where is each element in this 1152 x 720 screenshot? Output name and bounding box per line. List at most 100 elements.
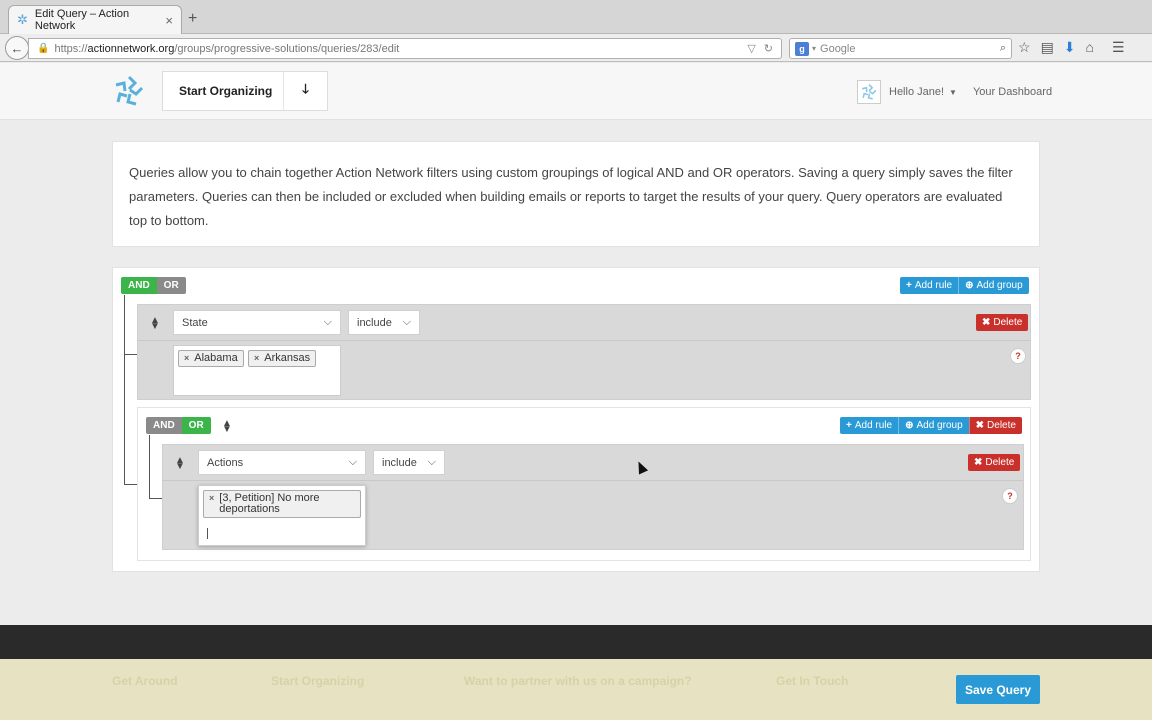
bookmarks-list-icon[interactable]: ▤ xyxy=(1041,39,1054,56)
lock-icon: 🔒 xyxy=(37,43,50,54)
tree-line xyxy=(149,435,150,499)
dashboard-link[interactable]: Your Dashboard xyxy=(973,86,1052,98)
rule-field-value: State xyxy=(182,316,208,329)
root-condition-toggle: AND OR xyxy=(121,277,186,294)
root-add-rule-button[interactable]: + Add rule xyxy=(900,277,959,294)
x-icon: ✖ xyxy=(974,457,983,468)
root-and-toggle[interactable]: AND xyxy=(121,277,157,294)
rule-delete-button[interactable]: ✖ Delete xyxy=(976,314,1029,331)
chip-label: Alabama xyxy=(194,352,238,364)
user-greeting-dropdown[interactable]: Hello Jane! xyxy=(889,86,944,98)
reload-icon[interactable]: ↻ xyxy=(764,42,773,55)
close-tab-icon[interactable]: × xyxy=(165,13,173,28)
query-info-text: Queries allow you to chain together Acti… xyxy=(129,165,1013,228)
remove-chip-icon[interactable]: × xyxy=(209,493,214,504)
group-sort-handle-icon[interactable]: ▲ ▼ xyxy=(222,419,232,435)
sort-handle-icon[interactable]: ▲ ▼ xyxy=(175,456,185,472)
url-bar[interactable]: 🔒 https://actionnetwork.org/groups/progr… xyxy=(28,38,782,59)
root-add-rule-label: Add rule xyxy=(914,280,953,291)
action-network-logo-icon[interactable] xyxy=(112,74,146,108)
root-add-group-label: Add group xyxy=(976,280,1023,291)
rule-operator-select[interactable]: include ⌵ xyxy=(373,450,445,475)
plus-icon: + xyxy=(846,420,852,431)
group-add-group-label: Add group xyxy=(916,420,963,431)
group-add-rule-button[interactable]: + Add rule xyxy=(840,417,899,434)
value-chip-arkansas: × Arkansas xyxy=(248,350,317,367)
x-icon: ✖ xyxy=(975,420,985,431)
remove-chip-icon[interactable]: × xyxy=(184,353,189,364)
bookmark-star-icon[interactable]: ☆ xyxy=(1018,39,1031,56)
rule-field-select[interactable]: Actions ⌵ xyxy=(198,450,366,475)
search-icon[interactable]: ⌕ xyxy=(1000,42,1006,55)
menu-icon[interactable]: ☰ xyxy=(1112,39,1125,56)
sort-handle-icon[interactable]: ▲ ▼ xyxy=(150,316,160,332)
home-icon[interactable]: ⌂ xyxy=(1086,39,1094,56)
x-icon: ✖ xyxy=(982,317,991,328)
group-add-rule-label: Add rule xyxy=(854,420,893,431)
download-icon[interactable]: ⬇ xyxy=(1064,39,1076,56)
user-area: Hello Jane! ▼ Your Dashboard xyxy=(857,80,1052,104)
browser-navbar: ← 🔒 https://actionnetwork.org/groups/pro… xyxy=(0,34,1152,62)
rule-values-input[interactable]: × Alabama × Arkansas xyxy=(173,345,341,396)
google-icon: g xyxy=(795,41,809,56)
group-and-toggle[interactable]: AND xyxy=(146,417,182,434)
rule-delete-button[interactable]: ✖ Delete xyxy=(968,454,1021,471)
save-query-button[interactable]: Save Query xyxy=(956,675,1040,704)
dropdown-arrow-icon[interactable]: ▽ xyxy=(747,42,755,55)
caret-down-icon[interactable]: ▼ xyxy=(949,88,957,97)
group-add-group-button[interactable]: ⊕ Add group xyxy=(898,417,969,434)
avatar[interactable] xyxy=(857,80,881,104)
chip-label: Arkansas xyxy=(264,352,311,364)
footer-divider xyxy=(0,625,1152,659)
group-delete-label: Delete xyxy=(987,420,1016,431)
search-engine-caret-icon[interactable]: ▾ xyxy=(812,44,816,53)
group-actions: + Add rule ⊕ Add group ✖ Delete xyxy=(840,417,1022,434)
footer-col-get-around: Get Around xyxy=(112,674,178,688)
footer-col-get-in-touch: Get In Touch xyxy=(776,674,849,688)
query-builder: AND OR + Add rule ⊕ Add group ▲ ▼ State ⌵ i… xyxy=(112,267,1040,572)
tree-line xyxy=(124,484,138,485)
rule-state: ▲ ▼ State ⌵ include ⌵ ✖ Delete × Alabama × A… xyxy=(137,304,1031,400)
nested-group: AND OR ▲ ▼ + Add rule ⊕ Add group ✖ Delete ▲… xyxy=(137,407,1031,561)
rule-values-input[interactable]: × [3, Petition] No more deportations xyxy=(198,485,366,546)
browser-tabbar: ✲ Edit Query – Action Network × + xyxy=(0,0,1152,34)
footer-col-start-organizing: Start Organizing xyxy=(271,674,365,688)
url-path: /groups/progressive-solutions/queries/28… xyxy=(174,42,400,55)
delete-label: Delete xyxy=(985,457,1015,468)
plus-circle-icon: ⊕ xyxy=(905,420,914,431)
browser-tab[interactable]: ✲ Edit Query – Action Network × xyxy=(8,5,182,34)
group-or-toggle[interactable]: OR xyxy=(181,417,211,434)
tree-line xyxy=(124,354,138,355)
search-input[interactable]: Google xyxy=(820,43,1000,55)
footer-col-partner: Want to partner with us on a campaign? xyxy=(464,674,692,688)
back-arrow-icon[interactable]: ← xyxy=(5,36,29,60)
site-header: Start Organizing 🡓 Hello Jane! ▼ Your Da… xyxy=(0,63,1152,120)
chip-label: [3, Petition] No more deportations xyxy=(219,492,320,515)
root-or-toggle[interactable]: OR xyxy=(156,277,186,294)
rule-field-select[interactable]: State ⌵ xyxy=(173,310,341,335)
group-delete-button[interactable]: ✖ Delete xyxy=(968,417,1022,434)
rule-actions: ▲ ▼ Actions ⌵ include ⌵ ✖ Delete × [3, Peti… xyxy=(162,444,1024,550)
arrow-down-icon[interactable]: 🡓 xyxy=(283,72,327,110)
rule-operator-select[interactable]: include ⌵ xyxy=(348,310,420,335)
chevron-down-icon: ⌵ xyxy=(348,456,357,468)
search-bar[interactable]: g ▾ Google ⌕ xyxy=(789,38,1012,59)
url-text: https://actionnetwork.org/groups/progres… xyxy=(54,43,747,55)
rule-operator-value: include xyxy=(382,456,417,469)
root-add-group-button[interactable]: ⊕ Add group xyxy=(958,277,1029,294)
new-tab-button[interactable]: + xyxy=(188,10,197,28)
browser-toolbar-icons: ☆ ▤ ⬇ ⌂ ☰ xyxy=(1018,39,1125,56)
delete-label: Delete xyxy=(993,317,1023,328)
chevron-down-icon: ⌵ xyxy=(427,456,436,468)
remove-chip-icon[interactable]: × xyxy=(254,353,259,364)
help-icon[interactable]: ? xyxy=(1002,488,1018,504)
value-chip-alabama: × Alabama xyxy=(178,350,244,367)
url-prefix: https:// xyxy=(54,42,88,55)
start-organizing-menu[interactable]: Start Organizing 🡓 xyxy=(162,71,328,111)
tree-line xyxy=(149,498,163,499)
help-icon[interactable]: ? xyxy=(1010,348,1026,364)
chevron-down-icon: ⌵ xyxy=(323,316,332,328)
value-chip-petition: × [3, Petition] No more deportations xyxy=(203,490,361,518)
root-actions: + Add rule ⊕ Add group xyxy=(900,277,1029,294)
url-host: actionnetwork.org xyxy=(87,42,175,55)
